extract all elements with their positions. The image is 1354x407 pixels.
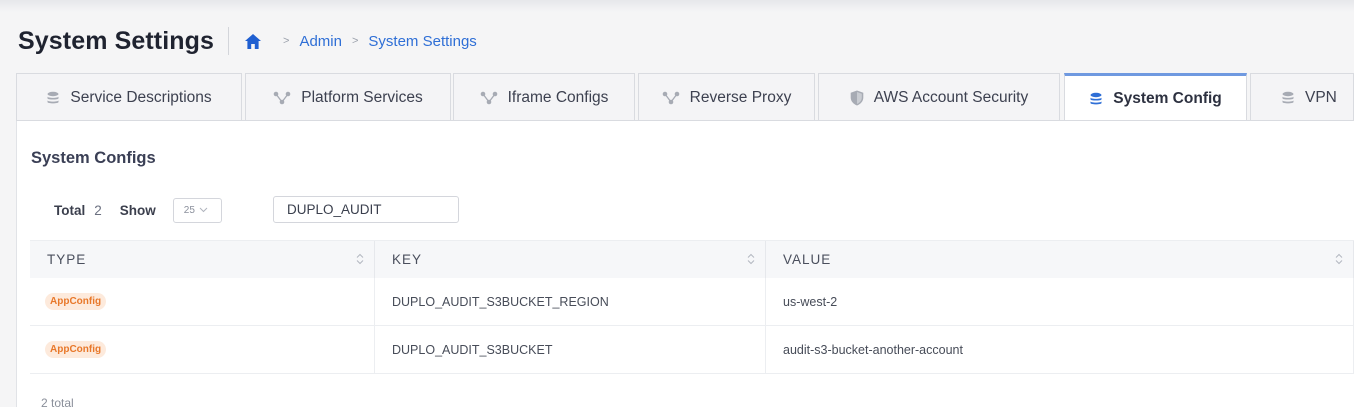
- type-cell: AppConfig: [30, 278, 375, 325]
- tab-reverse-proxy[interactable]: Reverse Proxy: [638, 73, 815, 121]
- tab-service-descriptions[interactable]: Service Descriptions: [16, 73, 242, 121]
- total-count: 2: [94, 202, 102, 218]
- network-nodes-icon: [480, 91, 498, 105]
- breadcrumb-system-settings[interactable]: System Settings: [368, 33, 476, 50]
- value-cell: us-west-2: [766, 278, 1354, 325]
- sort-icon[interactable]: [1335, 253, 1343, 265]
- tab-label: VPN: [1305, 88, 1337, 106]
- type-badge: AppConfig: [45, 341, 107, 358]
- value-cell: audit-s3-bucket-another-account: [766, 326, 1354, 373]
- chevron-right-icon: >: [351, 35, 359, 47]
- tab-label: Iframe Configs: [507, 88, 609, 106]
- table-header: TYPE KEY VALUE: [30, 240, 1354, 278]
- search-input[interactable]: [273, 196, 459, 223]
- database-icon: [46, 91, 60, 105]
- total-label: Total: [54, 202, 86, 218]
- table-row[interactable]: AppConfig DUPLO_AUDIT_S3BUCKET audit-s3-…: [30, 326, 1354, 374]
- tab-label: Service Descriptions: [70, 88, 212, 106]
- panel-title: System Configs: [31, 149, 156, 167]
- type-badge: AppConfig: [45, 293, 107, 310]
- column-header-key[interactable]: KEY: [375, 241, 766, 278]
- sort-icon[interactable]: [747, 253, 755, 265]
- column-header-value[interactable]: VALUE: [766, 241, 1354, 278]
- page-size-value: 25: [183, 204, 195, 216]
- breadcrumb-admin[interactable]: Admin: [299, 33, 342, 50]
- top-shadow: [0, 0, 1354, 12]
- tab-label: Reverse Proxy: [689, 88, 792, 106]
- table-row[interactable]: AppConfig DUPLO_AUDIT_S3BUCKET_REGION us…: [30, 278, 1354, 326]
- table-toolbar: Total 2 Show 25: [54, 197, 222, 223]
- network-nodes-icon: [273, 91, 291, 105]
- tab-label: Platform Services: [301, 88, 423, 106]
- column-header-type[interactable]: TYPE: [30, 241, 375, 278]
- table-footer-total: 2 total: [41, 396, 74, 407]
- home-icon[interactable]: [245, 33, 262, 49]
- sort-icon[interactable]: [356, 253, 364, 265]
- column-label: VALUE: [783, 252, 832, 267]
- shield-icon: [850, 90, 864, 106]
- database-icon: [1089, 92, 1103, 106]
- column-label: KEY: [392, 252, 423, 267]
- network-nodes-icon: [662, 91, 680, 105]
- column-label: TYPE: [47, 252, 87, 267]
- show-label: Show: [119, 202, 156, 218]
- page-size-select[interactable]: 25: [172, 197, 222, 223]
- system-configs-panel: System Configs Total 2 Show 25 TYPE KEY: [16, 121, 1354, 407]
- chevron-down-icon: [199, 207, 208, 213]
- page-title: System Settings: [18, 26, 215, 55]
- tab-iframe-configs[interactable]: Iframe Configs: [453, 73, 635, 121]
- tab-vpn[interactable]: VPN: [1250, 73, 1354, 121]
- tab-bar: Service Descriptions Platform Services I…: [16, 73, 1354, 121]
- tab-system-config[interactable]: System Config: [1064, 73, 1247, 121]
- tab-aws-account-security[interactable]: AWS Account Security: [818, 73, 1060, 121]
- type-cell: AppConfig: [30, 326, 375, 373]
- title-divider: [228, 27, 230, 55]
- key-cell: DUPLO_AUDIT_S3BUCKET_REGION: [375, 278, 766, 325]
- tab-label: System Config: [1113, 89, 1222, 107]
- tab-label: AWS Account Security: [873, 88, 1029, 106]
- database-icon: [1281, 91, 1295, 105]
- key-cell: DUPLO_AUDIT_S3BUCKET: [375, 326, 766, 373]
- page-header: System Settings > Admin > System Setting…: [18, 26, 477, 56]
- chevron-right-icon: >: [283, 35, 290, 47]
- tab-platform-services[interactable]: Platform Services: [245, 73, 451, 121]
- configs-table: TYPE KEY VALUE AppConfig DUPLO_AUDIT_S3B…: [30, 240, 1354, 374]
